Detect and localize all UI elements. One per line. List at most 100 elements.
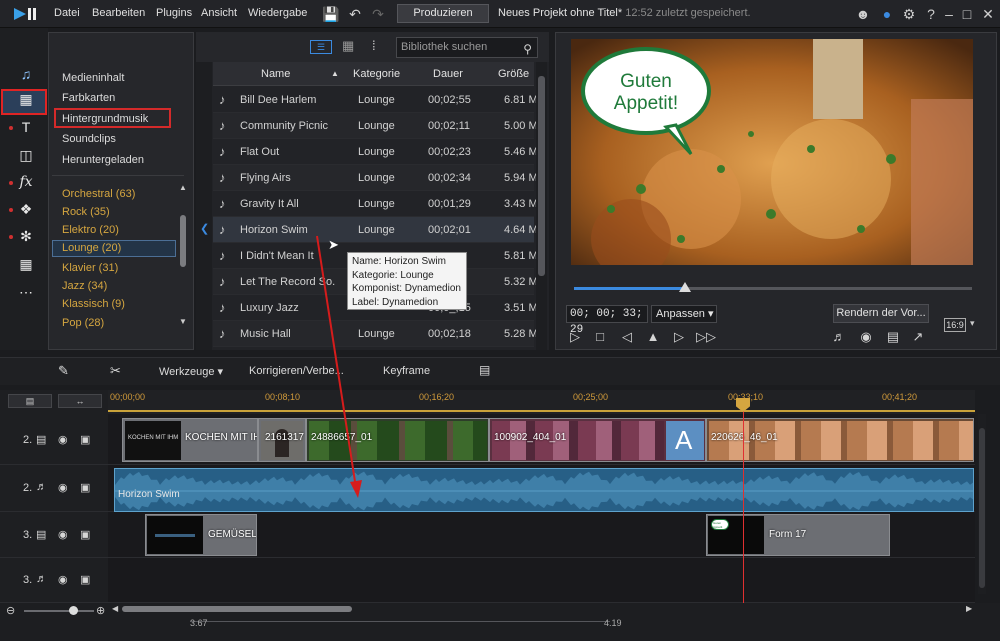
library-row[interactable]: ♪ Horizon Swim Lounge 00;02;01 4.64 M [213,217,538,243]
timeline-clip[interactable]: 2161317 [258,418,306,462]
genre-item[interactable]: Klavier (31) [62,262,118,274]
tools-menu[interactable]: Werkzeuge ▾ [159,365,223,378]
timeline-vertical-scrollbar[interactable] [978,414,986,594]
render-preview-button[interactable]: Rendern der Vor... [833,304,929,323]
redo-icon[interactable]: ↷ [369,5,387,23]
zoom-slider[interactable] [24,610,94,612]
media-room-icon[interactable]: ♫ [14,63,38,85]
account-icon[interactable]: ☻ [854,5,872,23]
lock-icon[interactable]: ▣ [80,481,90,494]
title-room-icon[interactable]: ▦ [14,88,38,110]
search-icon[interactable]: ⚲ [523,40,532,59]
library-row[interactable]: ♪ Gravity It All Lounge 00;01;29 3.43 M [213,191,538,217]
subtitle-icon[interactable]: ▦ [14,253,38,275]
library-scrollbar[interactable] [536,62,547,350]
lock-icon[interactable]: ▣ [80,528,90,541]
preview-video[interactable]: Guten Appetit! [571,39,973,265]
grid-view-icon[interactable]: ▦ [342,38,354,54]
close-icon[interactable]: ✕ [979,5,997,23]
visibility-eye-icon[interactable]: ◉ [58,433,68,446]
lock-icon[interactable]: ▣ [80,573,90,586]
menu-plugins[interactable]: Plugins [156,7,192,19]
timeline-clip[interactable]: 24886657_01 [306,418,489,462]
help-icon[interactable]: ? [922,5,940,23]
timecode-field[interactable]: 00; 00; 33; 29 [566,305,648,336]
timeline-clip[interactable]: KOCHEN MIT IHM KOCHEN MIT IHM [122,418,258,462]
genre-item[interactable]: Elektro (20) [62,224,119,236]
transition-icon[interactable]: ◫ [14,144,38,166]
lock-icon[interactable]: ▣ [80,433,90,446]
chevron-down-icon[interactable]: ▾ [970,318,975,329]
track-manager-button[interactable]: ▤ [8,394,52,408]
zoom-slider-knob[interactable] [69,606,78,615]
notification-icon[interactable]: ● [878,5,896,23]
genre-item[interactable]: Rock (35) [62,206,110,218]
menu-edit[interactable]: Bearbeiten [92,7,145,19]
header-duration[interactable]: Dauer [433,68,463,80]
particle-icon[interactable]: ✻ [14,225,38,247]
category-downloaded[interactable]: Heruntergeladen [62,154,144,166]
fit-timeline-button[interactable]: ↔ [58,394,102,408]
timeline-clip[interactable]: 220626_46_01 [706,418,974,462]
scroll-down-icon[interactable]: ▼ [179,317,187,326]
volume-icon[interactable]: ♬ [830,328,848,346]
fast-forward-icon[interactable]: ▷▷ [696,328,716,346]
category-sound-clips[interactable]: Soundclips [62,133,116,145]
snapshot-camera-icon[interactable]: ◉ [857,328,875,346]
genre-scrollbar[interactable] [180,215,186,267]
text-tool-icon[interactable]: T [14,116,38,138]
category-background-music[interactable]: Hintergrundmusik [62,113,148,125]
preview-scrubber[interactable] [574,282,972,292]
menu-file[interactable]: Datei [54,7,80,19]
genre-item[interactable]: Orchestral (63) [62,188,135,200]
library-row[interactable]: ♪ Community Picnic Lounge 00;02;11 5.00 M [213,113,538,139]
vertical-scroll-thumb[interactable] [979,428,985,588]
maximize-icon[interactable]: □ [958,5,976,23]
header-name[interactable]: Name [261,68,290,80]
timeline-horizontal-scroll-thumb[interactable] [122,606,352,612]
category-media-content[interactable]: Medieninhalt [62,72,124,84]
play-icon[interactable]: ▷ [566,328,584,346]
genre-item[interactable]: Jazz (34) [62,280,107,292]
external-preview-icon[interactable]: ↗ [909,328,927,346]
audio-clip[interactable]: Horizon Swim [114,468,974,512]
header-size[interactable]: Größe [498,68,529,80]
undo-icon[interactable]: ↶ [346,5,364,23]
zoom-out-icon[interactable]: ⊖ [6,604,15,617]
visibility-eye-icon[interactable]: ◉ [58,528,68,541]
header-category[interactable]: Kategorie [353,68,400,80]
menu-view[interactable]: Ansicht [201,7,237,19]
next-frame-icon[interactable]: ▷ [670,328,688,346]
genre-item[interactable]: Pop (28) [62,317,104,329]
playhead-line[interactable] [743,398,744,603]
save-icon[interactable]: 💾 [322,5,340,23]
library-row[interactable]: ♪ Flat Out Lounge 00;02;23 5.46 M [213,139,538,165]
minimize-icon[interactable]: – [940,5,958,23]
library-collapse-bar[interactable]: ❮ [196,62,212,350]
fix-enhance-button[interactable]: Korrigieren/Verbe... [249,365,344,377]
effects-fx-icon[interactable]: fx [14,171,38,193]
aspect-ratio-toggle[interactable]: 16:9 [944,318,966,332]
subtitle-icon[interactable]: ▤ [884,328,902,346]
timeline-clip[interactable]: GEMÜSELA [145,514,257,556]
settings-gear-icon[interactable]: ⚙ [900,5,918,23]
genre-item-selected[interactable]: Lounge (20) [62,242,121,254]
timeline-clip[interactable]: A 100902_404_01 [489,418,706,462]
scissors-icon[interactable]: ✂ [110,363,121,379]
export-list-icon[interactable]: ▤ [479,363,490,377]
edit-pen-icon[interactable]: ✎ [58,363,69,379]
library-row[interactable]: ♪ Flying Airs Lounge 00;02;34 5.94 M [213,165,538,191]
visibility-eye-icon[interactable]: ◉ [58,573,68,586]
stop-icon[interactable]: □ [591,328,609,346]
thumbnail-size-icon[interactable]: ⁞ [372,38,376,53]
menu-playback[interactable]: Wiedergabe [248,7,307,19]
fit-dropdown[interactable]: Anpassen ▾ [651,305,717,323]
library-scroll-thumb[interactable] [538,76,545,276]
produce-button[interactable]: Produzieren [397,4,489,23]
split-icon[interactable]: ▲ [644,328,662,346]
previous-frame-icon[interactable]: ◁ [618,328,636,346]
keyframe-button[interactable]: Keyframe [383,365,430,377]
timeline-ruler[interactable]: 00;00;00 00;08;10 00;16;20 00;25;00 00;3… [108,390,975,414]
pip-object-icon[interactable]: ❖ [14,198,38,220]
more-icon[interactable]: ⋯ [14,281,38,303]
